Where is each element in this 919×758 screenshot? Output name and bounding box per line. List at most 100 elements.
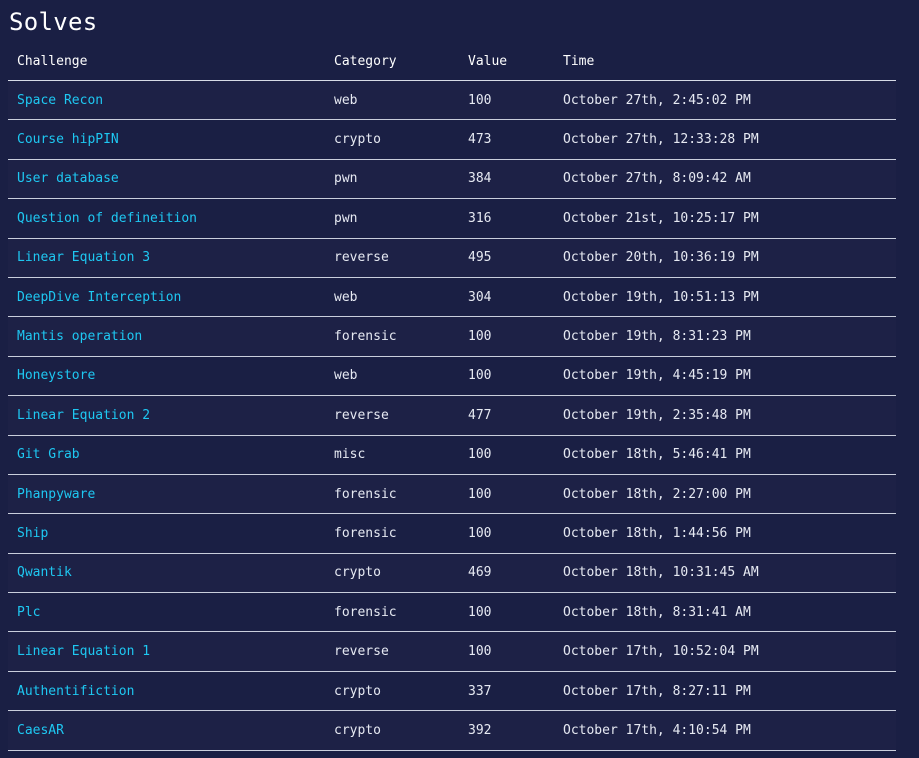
category-cell: forensic [325,474,459,515]
category-cell: web [325,356,459,397]
challenge-cell: Authentifiction [8,671,325,712]
challenge-cell: CaesAR [8,710,325,751]
time-cell: October 19th, 2:35:48 PM [554,395,896,436]
time-cell: October 27th, 12:33:28 PM [554,119,896,160]
table-row: CaesAR crypto 392 October 17th, 4:10:54 PM [8,710,896,751]
category-cell: crypto [325,119,459,160]
challenge-link[interactable]: Plc [17,605,40,620]
time-cell: October 18th, 10:31:45 AM [554,553,896,594]
challenge-link[interactable]: Linear Equation 3 [17,250,150,265]
table-row: Ship forensic 100 October 18th, 1:44:56 PM [8,513,896,554]
category-cell: crypto [325,710,459,751]
table-row: Plc forensic 100 October 18th, 8:31:41 AM [8,592,896,633]
challenge-link[interactable]: Git Grab [17,447,80,462]
category-cell: forensic [325,513,459,554]
page-title: Solves [9,8,98,36]
challenge-link[interactable]: Space Recon [17,93,103,108]
value-cell: 316 [459,198,554,239]
challenge-cell: Honeystore [8,356,325,397]
challenge-link[interactable]: DeepDive Interception [17,290,181,305]
table-row: DeepDive Interception web 304 October 19th,… [8,277,896,318]
challenge-link[interactable]: Linear Equation 2 [17,408,150,423]
category-cell: crypto [325,553,459,594]
table-row: User database pwn 384 October 27th, 8:09:42… [8,159,896,200]
category-cell: web [325,80,459,121]
table-row: Linear Equation 1 reverse 100 October 17th,… [8,631,896,672]
solves-page: Solves Challenge Category Value Time Spa… [0,0,919,758]
challenge-link[interactable]: Question of defineition [17,211,197,226]
time-cell: October 20th, 10:36:19 PM [554,238,896,278]
table-row: Git Grab misc 100 October 18th, 5:46:41 PM [8,435,896,475]
challenge-link[interactable]: Linear Equation 1 [17,644,150,659]
table-row: Space Recon web 100 October 27th, 2:45:02 P… [8,80,896,121]
time-cell: October 18th, 5:46:41 PM [554,435,896,475]
column-header-category: Category [325,42,459,81]
table-body: Space Recon web 100 October 27th, 2:45:02 P… [8,80,896,751]
challenge-link[interactable]: Ship [17,526,48,541]
challenge-link[interactable]: User database [17,171,119,186]
value-cell: 337 [459,671,554,712]
category-cell: reverse [325,238,459,278]
table-row: Qwantik crypto 469 October 18th, 10:31:45 A… [8,553,896,594]
value-cell: 477 [459,395,554,436]
challenge-cell: Phanpyware [8,474,325,515]
category-cell: reverse [325,631,459,672]
table-row: Linear Equation 3 reverse 495 October 20th,… [8,238,896,278]
category-cell: crypto [325,671,459,712]
challenge-link[interactable]: Authentifiction [17,684,134,699]
challenge-link[interactable]: Honeystore [17,368,95,383]
category-cell: forensic [325,316,459,357]
challenge-link[interactable]: Qwantik [17,565,72,580]
column-header-value: Value [459,42,554,81]
time-cell: October 18th, 1:44:56 PM [554,513,896,554]
time-cell: October 17th, 4:10:54 PM [554,710,896,751]
challenge-cell: Ship [8,513,325,554]
challenge-cell: Mantis operation [8,316,325,357]
challenge-cell: User database [8,159,325,200]
column-header-time: Time [554,42,896,81]
category-cell: pwn [325,159,459,200]
value-cell: 100 [459,316,554,357]
header-row: Challenge Category Value Time [8,42,896,81]
value-cell: 100 [459,631,554,672]
challenge-cell: Course hipPIN [8,119,325,160]
category-cell: pwn [325,198,459,239]
time-cell: October 27th, 2:45:02 PM [554,80,896,121]
table-row: Mantis operation forensic 100 October 19th,… [8,316,896,357]
challenge-cell: Qwantik [8,553,325,594]
category-cell: reverse [325,395,459,436]
value-cell: 100 [459,592,554,633]
challenge-cell: DeepDive Interception [8,277,325,318]
value-cell: 100 [459,356,554,397]
challenge-link[interactable]: Phanpyware [17,487,95,502]
table-row: Authentifiction crypto 337 October 17th, 8:… [8,671,896,712]
challenge-cell: Space Recon [8,80,325,121]
time-cell: October 19th, 4:45:19 PM [554,356,896,397]
table-header: Challenge Category Value Time [8,42,896,81]
challenge-cell: Linear Equation 3 [8,238,325,278]
value-cell: 100 [459,474,554,515]
challenge-link[interactable]: Mantis operation [17,329,142,344]
table-row: Phanpyware forensic 100 October 18th, 2:27:… [8,474,896,515]
solves-table: Challenge Category Value Time Space Reco… [8,42,896,751]
time-cell: October 17th, 10:52:04 PM [554,631,896,672]
time-cell: October 21st, 10:25:17 PM [554,198,896,239]
challenge-link[interactable]: Course hipPIN [17,132,119,147]
value-cell: 100 [459,435,554,475]
category-cell: forensic [325,592,459,633]
challenge-cell: Linear Equation 2 [8,395,325,436]
table-row: Honeystore web 100 October 19th, 4:45:19 PM [8,356,896,397]
time-cell: October 18th, 8:31:41 AM [554,592,896,633]
time-cell: October 17th, 8:27:11 PM [554,671,896,712]
challenge-cell: Question of defineition [8,198,325,239]
value-cell: 304 [459,277,554,318]
time-cell: October 19th, 8:31:23 PM [554,316,896,357]
value-cell: 495 [459,238,554,278]
challenge-cell: Git Grab [8,435,325,475]
value-cell: 392 [459,710,554,751]
challenge-link[interactable]: CaesAR [17,723,64,738]
value-cell: 469 [459,553,554,594]
value-cell: 100 [459,80,554,121]
time-cell: October 27th, 8:09:42 AM [554,159,896,200]
challenge-cell: Linear Equation 1 [8,631,325,672]
